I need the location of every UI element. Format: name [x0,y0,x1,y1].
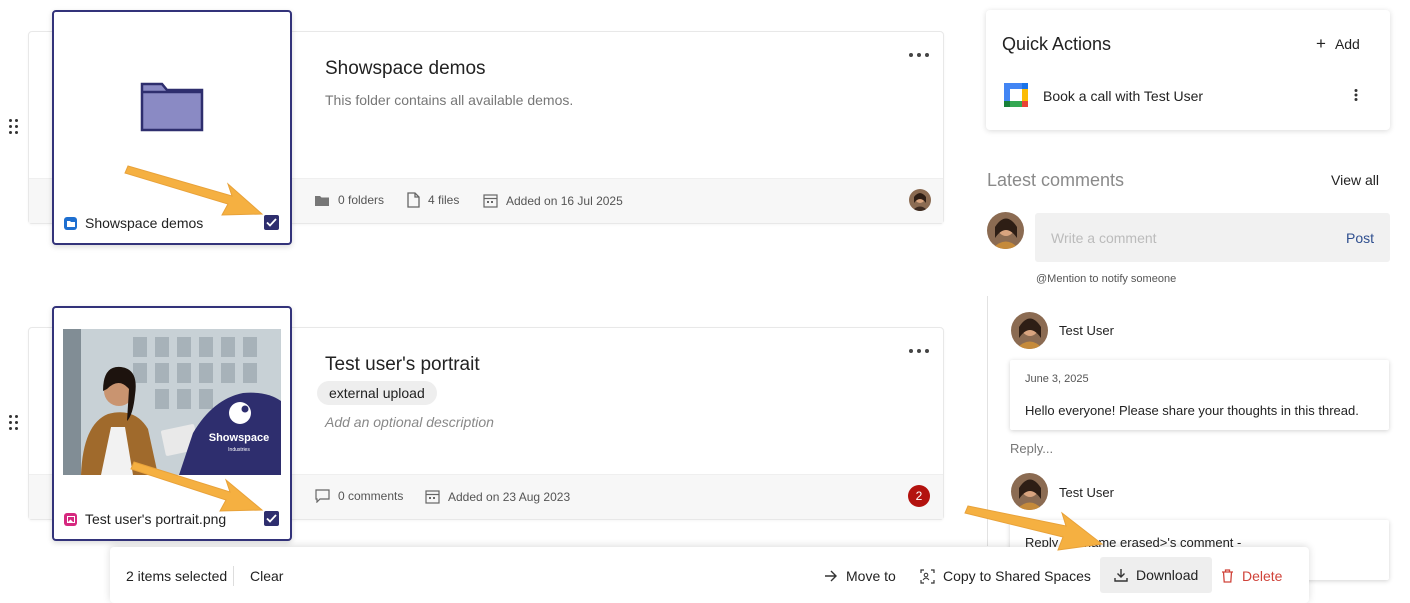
comment-author: Test User [1059,485,1114,500]
select-checkbox[interactable] [264,215,279,230]
trash-icon [1222,569,1233,583]
added-date: Added on 16 Jul 2025 [483,193,623,208]
delete-button[interactable]: Delete [1221,568,1282,584]
comment-icon [315,489,330,503]
download-button[interactable]: Download [1100,557,1213,593]
item-title[interactable]: Showspace demos [325,58,486,80]
files-count: 4 files [407,192,459,208]
thumbnail-label: Test user's portrait.png [64,511,226,527]
notification-badge[interactable]: 2 [908,485,930,507]
clear-selection-button[interactable]: Clear [250,568,283,584]
comment-bubble: June 3, 2025 Hello everyone! Please shar… [1010,360,1389,430]
added-date: Added on 23 Aug 2023 [425,489,570,504]
plus-icon: + [1316,34,1326,53]
drag-handle-icon[interactable] [9,415,21,433]
folder-badge-icon [64,216,77,230]
copy-to-shared-spaces-button[interactable]: Copy to Shared Spaces [920,568,1091,584]
vertical-more-icon[interactable] [1354,88,1358,102]
image-badge-icon [64,512,77,526]
thread-line [987,296,988,546]
selection-action-bar: 2 items selected Clear Move to Copy to S… [110,547,1309,603]
comment-author-avatar [1011,312,1048,349]
comments-count: 0 comments [315,489,403,503]
mention-hint: @Mention to notify someone [1036,273,1177,285]
download-icon [1114,569,1128,582]
google-calendar-icon [1004,83,1028,107]
svg-text:Showspace: Showspace [209,432,270,444]
selected-thumbnail-folder[interactable]: Showspace demos [52,10,292,245]
current-user-avatar [987,212,1024,249]
comment-placeholder: Write a comment [1051,230,1157,246]
thumbnail-label: Showspace demos [64,215,203,231]
item-title[interactable]: Test user's portrait [325,354,480,376]
latest-comments-title: Latest comments [987,170,1125,190]
more-options-icon[interactable] [909,348,931,354]
quick-actions-title: Quick Actions [1002,34,1112,54]
comment-text: Hello everyone! Please share your though… [1025,403,1359,418]
quick-action-label: Book a call with Test User [1043,88,1204,104]
quick-actions-panel: Quick Actions + Add Book a call with Tes… [986,10,1390,130]
quick-action-item[interactable]: Book a call with Test User [1004,83,1374,109]
folder-outline-icon [315,195,329,206]
move-to-button[interactable]: Move to [824,568,896,584]
folder-icon [140,82,204,132]
item-description: This folder contains all available demos… [325,92,574,108]
owner-avatar[interactable] [909,189,931,211]
selected-count: 2 items selected [126,568,228,584]
calendar-icon [483,194,498,208]
add-quick-action-button[interactable]: + Add [1316,34,1360,53]
arrow-right-icon [825,570,837,582]
select-checkbox[interactable] [264,511,279,526]
reply-link[interactable]: Reply... [1010,441,1053,456]
comment-input[interactable]: Write a comment Post [1035,213,1390,262]
shared-space-icon [920,568,935,584]
view-all-link[interactable]: View all [1331,172,1379,188]
calendar-icon [425,490,440,504]
comment-author: Test User [1059,323,1114,338]
file-icon [407,192,420,208]
folders-count: 0 folders [314,193,384,207]
divider [233,566,234,586]
drag-handle-icon[interactable] [9,119,21,137]
svg-text:Industries: Industries [228,447,250,453]
post-button[interactable]: Post [1346,230,1374,246]
item-tag[interactable]: external upload [317,381,437,405]
more-options-icon[interactable] [909,52,931,58]
comment-author-avatar [1011,473,1048,510]
item-description-placeholder[interactable]: Add an optional description [325,414,494,430]
comment-date: June 3, 2025 [1025,373,1089,385]
portrait-image: Showspace Industries [63,329,281,475]
selected-thumbnail-portrait[interactable]: Showspace Industries Test user's portrai… [52,306,292,541]
